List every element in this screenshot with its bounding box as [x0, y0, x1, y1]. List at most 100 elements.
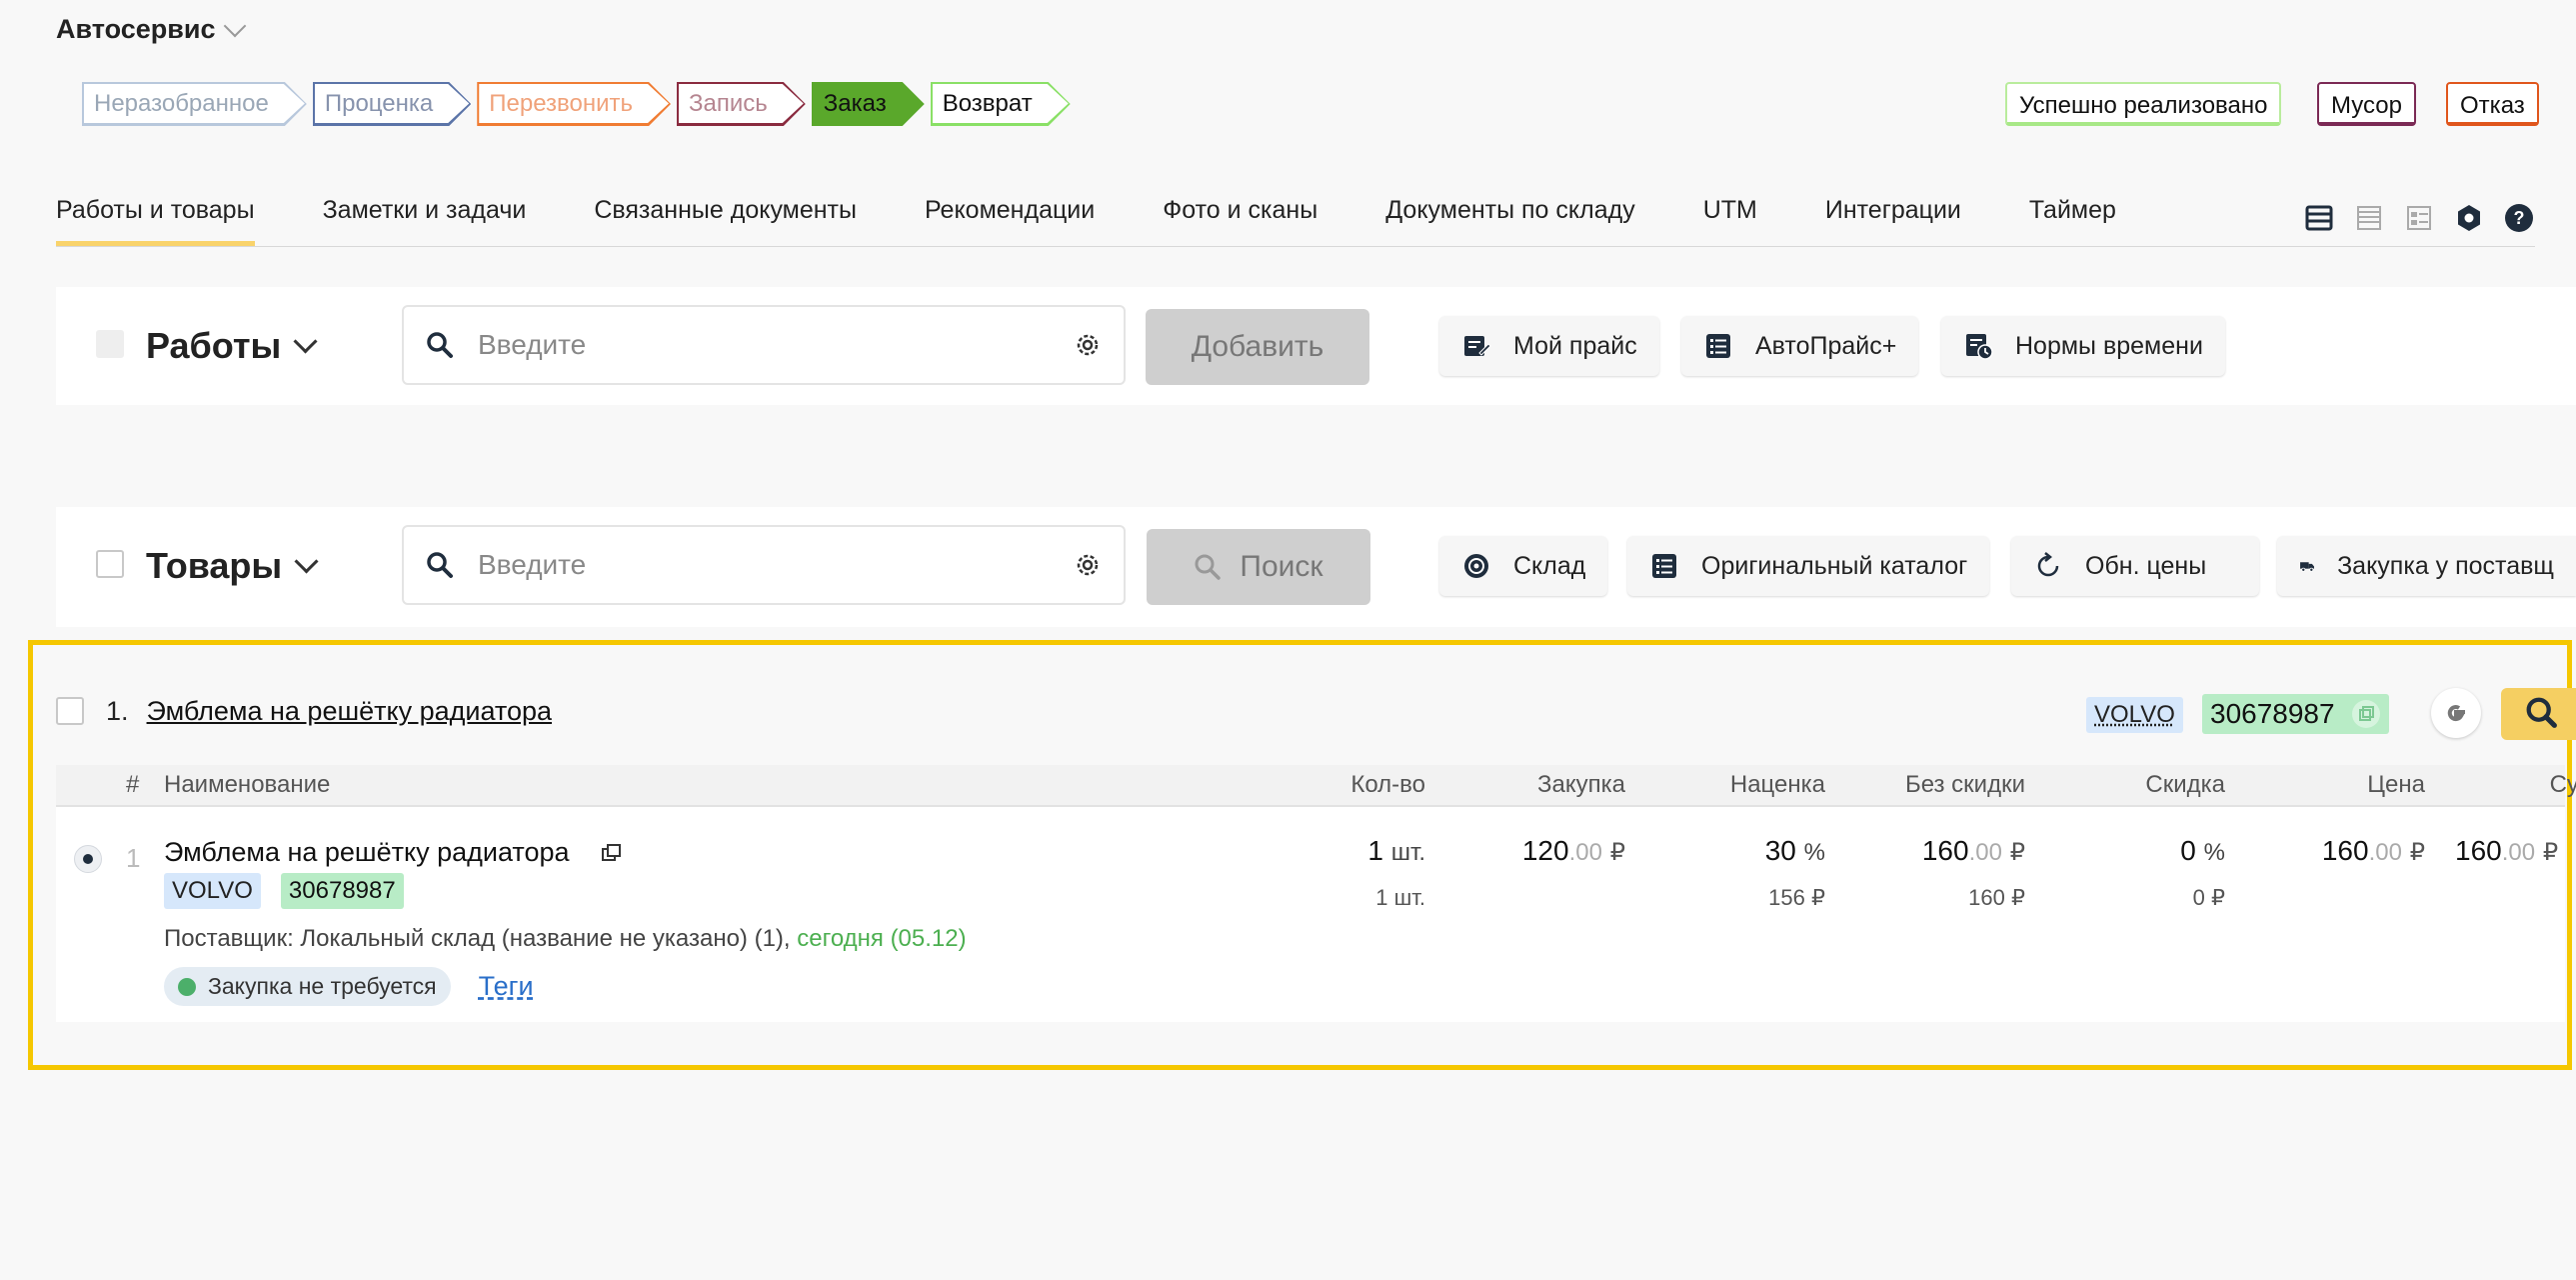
col-qty: Кол-во [1350, 771, 1425, 798]
tab-warehouse-docs[interactable]: Документы по складу [1385, 196, 1635, 246]
row-markup[interactable]: 30 % [1675, 835, 1825, 867]
copy-icon[interactable] [2351, 699, 2381, 729]
row-article-chip[interactable]: 30678987 [280, 873, 404, 909]
gear-icon[interactable] [1074, 331, 1102, 359]
product-article-chip[interactable]: 30678987 [2202, 694, 2389, 734]
refresh-prices-button[interactable]: Обн. цены [2011, 536, 2259, 596]
tab-photos-scans[interactable]: Фото и сканы [1163, 196, 1317, 246]
row-qty[interactable]: 1 шт. [1286, 835, 1425, 867]
row-brand-chip[interactable]: VOLVO [164, 873, 261, 909]
works-search-field[interactable] [402, 305, 1126, 385]
col-no-discount: Без скидки [1904, 771, 2025, 798]
tab-recommendations[interactable]: Рекомендации [925, 196, 1095, 246]
goods-search-field[interactable] [402, 525, 1126, 605]
chevron-down-icon [224, 14, 247, 37]
col-discount: Скидка [2145, 771, 2225, 798]
chevron-down-icon [293, 328, 318, 354]
row-status-line: Закупка не требуется Теги [164, 967, 534, 1006]
col-price: Цена [2367, 771, 2425, 798]
tab-linked-docs[interactable]: Связанные документы [594, 196, 857, 246]
product-title-link[interactable]: Эмблема на решётку радиатора [147, 696, 553, 727]
stage-return[interactable]: Возврат [931, 82, 1071, 126]
app-title[interactable]: Автосервис [56, 14, 247, 45]
tab-works-goods[interactable]: Работы и товары [56, 196, 255, 246]
warehouse-button[interactable]: Склад [1439, 536, 1608, 596]
warehouse-icon [1464, 554, 1488, 578]
tab-notes-tasks[interactable]: Заметки и задачи [323, 196, 527, 246]
list-icon [1706, 334, 1730, 358]
gear-icon[interactable] [1074, 551, 1102, 579]
tab-timer[interactable]: Таймер [2029, 196, 2116, 246]
refresh-icon [2037, 552, 2059, 577]
status-dot-icon [178, 977, 196, 996]
table-header: # Наименование Кол-во Закупка Наценка Бе… [56, 765, 2576, 807]
product-checkbox[interactable] [56, 697, 84, 725]
row-markup-sub: 156 ₽ [1768, 885, 1825, 910]
goods-search-input[interactable] [476, 548, 1052, 582]
row-no-discount-sub: 160 ₽ [1968, 885, 2025, 910]
google-search-icon[interactable] [2431, 688, 2481, 738]
search-icon [427, 552, 453, 578]
tab-integrations[interactable]: Интеграции [1825, 196, 1961, 246]
tab-utm[interactable]: UTM [1703, 196, 1757, 246]
goods-select-all-checkbox[interactable] [96, 550, 124, 578]
tags-link[interactable]: Теги [479, 971, 534, 1002]
row-supplier-date: сегодня (05.12) [797, 925, 967, 952]
search-icon [427, 332, 453, 358]
time-norms-button[interactable]: Нормы времени [1941, 316, 2225, 376]
result-success-button[interactable]: Успешно реализовано [2005, 82, 2282, 126]
list-icon [1652, 554, 1676, 578]
view-toggle-group: ? [2303, 202, 2535, 234]
works-section-title[interactable]: Работы [146, 325, 318, 367]
row-no-discount: 160.00 ₽ [1921, 835, 2025, 866]
goods-search-button[interactable]: Поиск [1147, 529, 1370, 605]
col-purchase: Закупка [1537, 771, 1625, 798]
svg-text:?: ? [2514, 208, 2525, 228]
stage-unsorted[interactable]: Неразобранное [82, 82, 307, 126]
table-row[interactable]: 1 Эмблема на решётку радиатора VOLVO 306… [56, 807, 2565, 1022]
price-list-icon [1464, 336, 1491, 356]
row-supplier: Поставщик: Локальный склад (название не … [164, 925, 967, 952]
copy-icon[interactable] [600, 841, 624, 865]
supplier-purchase-button[interactable]: Закупка у поставщ [2277, 536, 2576, 596]
row-discount-sub: 0 ₽ [2192, 885, 2225, 910]
settings-nut-icon[interactable] [2453, 202, 2485, 234]
works-add-button[interactable]: Добавить [1146, 309, 1369, 385]
search-icon [2526, 697, 2557, 728]
col-sum: Сумма [2549, 771, 2576, 798]
row-qty-sub: 1 шт. [1375, 885, 1425, 910]
result-trash-button[interactable]: Мусор [2317, 82, 2416, 126]
purchase-status-badge[interactable]: Закупка не требуется [164, 967, 451, 1006]
row-price[interactable]: 160.00 ₽ [2275, 835, 2425, 867]
works-search-input[interactable] [476, 328, 1052, 362]
search-icon [1195, 554, 1222, 580]
row-purchase[interactable]: 120.00 ₽ [1475, 835, 1625, 867]
clock-list-icon [1966, 334, 1993, 360]
product-header: 1. Эмблема на решётку радиатора [106, 696, 552, 727]
row-sum: 160.00 ₽ [2455, 835, 2559, 866]
goods-section-title[interactable]: Товары [146, 545, 319, 587]
stage-estimate[interactable]: Проценка [313, 82, 471, 126]
row-name-line: Эмблема на решётку радиатора [164, 837, 624, 868]
help-icon[interactable]: ? [2503, 202, 2535, 234]
truck-icon [2300, 562, 2315, 572]
row-number: 1 [126, 843, 141, 873]
result-refuse-button[interactable]: Отказ [2446, 82, 2539, 126]
stage-appointment[interactable]: Запись [677, 82, 806, 126]
product-brand-chip[interactable]: VOLVO [2086, 697, 2183, 733]
view-list-icon[interactable] [2353, 202, 2385, 234]
product-index: 1. [106, 696, 129, 726]
autoprice-button[interactable]: АвтоПрайс+ [1681, 316, 1919, 376]
view-compact-icon[interactable] [2303, 202, 2335, 234]
product-search-button[interactable] [2501, 688, 2576, 740]
stage-order[interactable]: Заказ [812, 82, 925, 126]
row-radio[interactable] [74, 845, 102, 873]
row-chips: VOLVO 30678987 [164, 873, 404, 909]
original-catalog-button[interactable]: Оригинальный каталог [1627, 536, 1990, 596]
pipeline-stages: Неразобранное Проценка Перезвонить Запис… [82, 82, 1077, 130]
row-discount[interactable]: 0 % [2075, 835, 2225, 867]
my-price-button[interactable]: Мой прайс [1439, 316, 1659, 376]
view-detailed-icon[interactable] [2403, 202, 2435, 234]
stage-callback[interactable]: Перезвонить [477, 82, 671, 126]
works-select-all-checkbox[interactable] [96, 330, 124, 358]
